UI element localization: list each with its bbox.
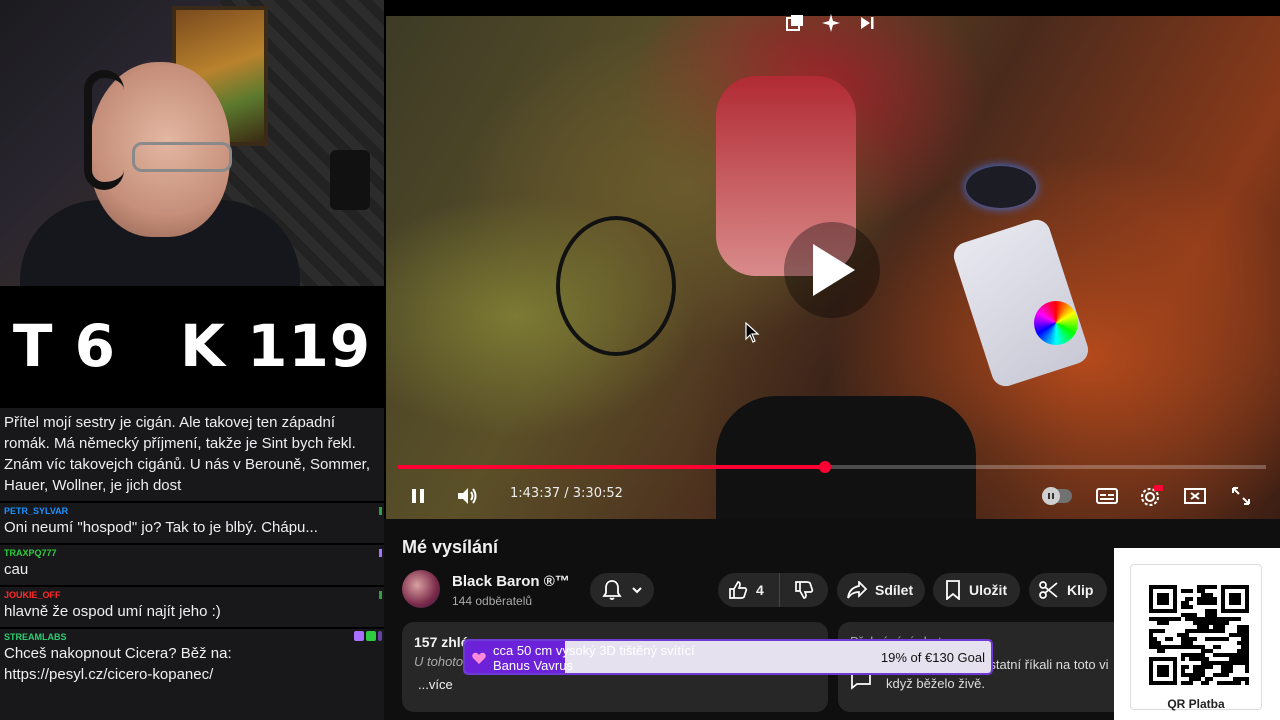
goal-title: cca 50 cm vysoký 3D tištěný svítící — [493, 643, 695, 658]
bookmark-icon — [946, 580, 960, 600]
heart-icon — [472, 652, 486, 664]
clip-label: Klip — [1067, 582, 1094, 598]
chat-message-text: Přítel mojí sestry je cigán. Ale takovej… — [4, 414, 370, 494]
next-icon[interactable] — [856, 12, 878, 34]
share-button[interactable]: Sdílet — [837, 573, 925, 607]
time-current: 1:43:37 — [510, 486, 561, 501]
qr-label: QR Platba — [1167, 697, 1225, 711]
video-player[interactable]: 1:43:37 / 3:30:52 — [384, 0, 1280, 519]
webcam-feed — [0, 0, 384, 286]
big-play-button[interactable] — [784, 222, 880, 318]
microphone — [330, 150, 370, 210]
bell-icon — [602, 580, 622, 600]
status-mark — [379, 549, 382, 557]
thumbs-up-icon — [729, 581, 748, 599]
like-button[interactable]: 4 — [718, 573, 780, 607]
chevron-down-icon — [632, 587, 642, 594]
progress-scrubber[interactable] — [819, 461, 832, 473]
time-total: 3:30:52 — [572, 486, 623, 501]
goal-subtitle: Banus Vavrus — [493, 658, 573, 673]
chat-message-text: Chceš nakopnout Cicera? Běž na: https://… — [4, 645, 232, 683]
progress-bar[interactable] — [398, 461, 1266, 473]
screen: T 6 K 119 Přítel mojí sestry je cigán. A… — [0, 0, 1280, 720]
dislike-button[interactable] — [780, 573, 828, 607]
save-label: Uložit — [969, 582, 1008, 598]
fullscreen-button[interactable] — [1224, 478, 1258, 514]
channel-avatar[interactable] — [402, 570, 440, 608]
qr-code — [1149, 585, 1249, 685]
chat-message: Přítel mojí sestry je cigán. Ale takovej… — [0, 408, 384, 503]
share-icon — [847, 581, 867, 599]
chat-username: PETR_SYLVAR — [4, 506, 69, 516]
stream-overlay: T 6 K 119 Přítel mojí sestry je cigán. A… — [0, 0, 384, 720]
chat-message-text: cau — [4, 561, 29, 578]
score-right: K 119 — [179, 312, 372, 380]
chat-username: TRAXPQ777 — [4, 548, 57, 558]
autoplay-toggle[interactable] — [1040, 478, 1074, 514]
mod-badge-icon — [354, 631, 364, 641]
headset — [84, 70, 124, 190]
goal-amount: 19% of €130 Goal — [880, 650, 985, 665]
top-controls — [784, 12, 878, 34]
volume-button[interactable] — [450, 478, 486, 514]
donation-goal-bar: cca 50 cm vysoký 3D tištěný svítící Banu… — [463, 639, 993, 675]
miniplayer-icon[interactable] — [784, 12, 806, 34]
chat-message-text: hlavně že ospod umí najít jeho :) — [4, 603, 221, 620]
subtitles-button[interactable] — [1090, 478, 1124, 514]
sparkle-icon[interactable] — [820, 12, 842, 34]
chat-message: JOUKIE_OFF hlavně že ospod umí najít jeh… — [0, 587, 384, 629]
chat-message-text: Oni neumí "hospod" jo? Tak to je blbý. C… — [4, 519, 318, 536]
save-button[interactable]: Uložit — [933, 573, 1020, 607]
notification-bell-button[interactable] — [590, 573, 654, 607]
show-more-link[interactable]: ...více — [418, 677, 816, 692]
share-label: Sdílet — [875, 582, 914, 598]
thumbs-down-icon — [795, 581, 814, 599]
chat-badges — [354, 631, 382, 641]
smartphone — [950, 216, 1092, 390]
pause-button[interactable] — [402, 478, 434, 514]
theater-mode-button[interactable] — [1178, 478, 1212, 514]
chat-message: TRAXPQ777 cau — [0, 545, 384, 587]
player-controls: 1:43:37 / 3:30:52 — [384, 478, 1280, 518]
channel-name[interactable]: Black Baron ®™ — [452, 573, 570, 590]
score-display: T 6 K 119 — [0, 286, 384, 406]
settings-button[interactable] — [1134, 478, 1168, 514]
chat-overlay: Přítel mojí sestry je cigán. Ale takovej… — [0, 408, 384, 720]
like-count: 4 — [756, 582, 764, 598]
status-mark — [379, 591, 382, 599]
subscriber-count: 144 odběratelů — [452, 594, 533, 608]
clip-button[interactable]: Klip — [1029, 573, 1107, 607]
chat-username: JOUKIE_OFF — [4, 590, 61, 600]
bot-badge-icon — [366, 631, 376, 641]
chat-message: STREAMLABS Chceš nakopnout Cicera? Běž n… — [0, 629, 384, 690]
gaming-mouse — [966, 166, 1036, 208]
time-display: 1:43:37 / 3:30:52 — [510, 486, 623, 501]
scissors-icon — [1039, 581, 1058, 599]
video-title: Mé vysílání — [402, 537, 499, 557]
chat-message: PETR_SYLVAR Oni neumí "hospod" jo? Tak t… — [0, 503, 384, 545]
chat-username: STREAMLABS — [4, 632, 67, 642]
verified-badge-icon — [378, 631, 382, 641]
like-dislike-group: 4 — [718, 573, 828, 607]
score-left: T 6 — [12, 312, 116, 380]
qr-payment-card: QR Platba — [1114, 548, 1280, 720]
time-separator: / — [560, 486, 573, 501]
progress-fill — [398, 465, 826, 469]
status-mark — [379, 507, 382, 515]
